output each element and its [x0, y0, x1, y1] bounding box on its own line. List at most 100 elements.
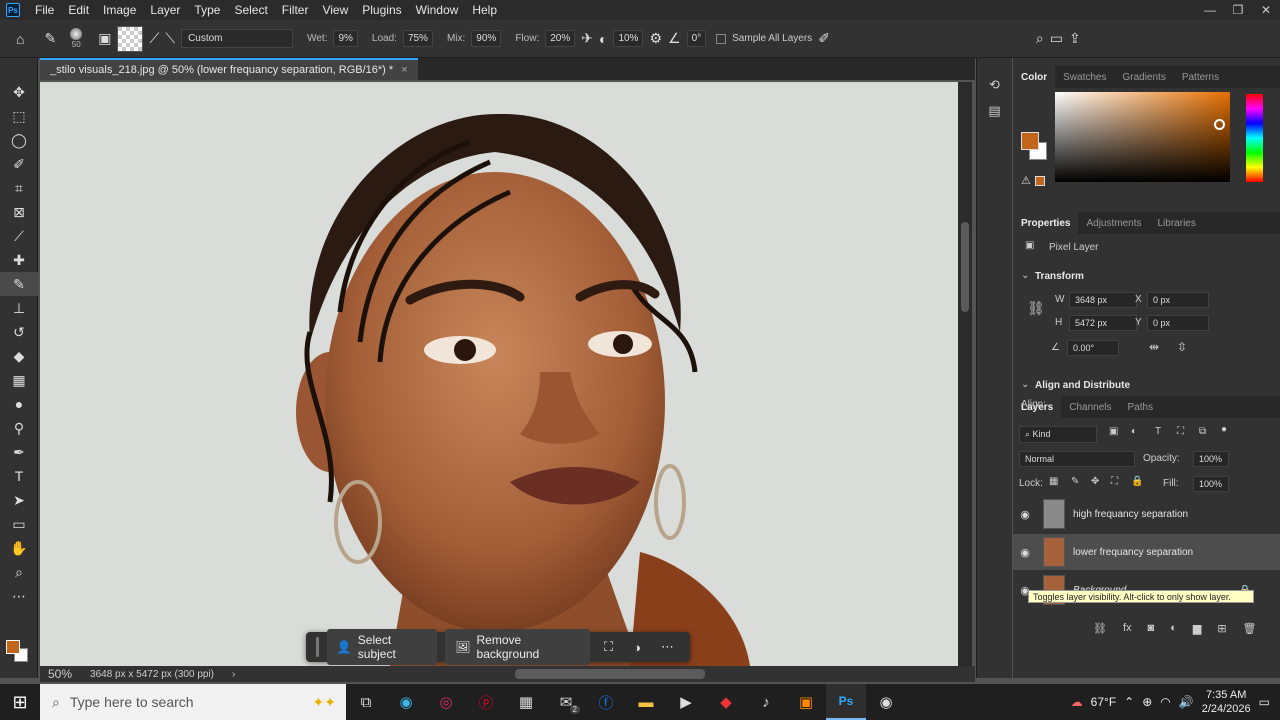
workspace-icon[interactable]: ▭ — [1050, 30, 1063, 47]
canvas-vertical-scrollbar[interactable] — [958, 82, 972, 666]
menu-image[interactable]: Image — [96, 3, 143, 17]
select-subject-button[interactable]: 👤 Select subject — [326, 629, 438, 665]
crop-tool-icon[interactable]: ⌗ — [0, 176, 38, 200]
restore-icon[interactable]: ❐ — [1224, 3, 1252, 17]
panel-foreground-swatch[interactable] — [1021, 132, 1039, 150]
move-tool-icon[interactable]: ✥ — [0, 80, 38, 104]
remove-background-button[interactable]: 🖼 Remove background — [445, 629, 591, 665]
link-layers-icon[interactable]: ⛓ — [1093, 622, 1107, 635]
network-icon[interactable]: ⊕ — [1142, 695, 1152, 709]
media-player-icon[interactable]: ▶ — [666, 684, 706, 720]
airbrush-icon[interactable]: ✈ — [581, 30, 593, 47]
status-arrow-icon[interactable]: › — [232, 669, 235, 680]
menu-layer[interactable]: Layer — [143, 3, 187, 17]
document-tab[interactable]: _stilo visuals_218.jpg @ 50% (lower freq… — [40, 58, 418, 80]
search-icon[interactable]: ⌕ — [1036, 30, 1044, 47]
fx-icon[interactable]: fx — [1123, 622, 1132, 635]
document-size[interactable]: 3648 px x 5472 px (300 ppi) — [90, 669, 214, 680]
menu-select[interactable]: Select — [227, 3, 274, 17]
load-input[interactable]: 75% — [402, 30, 433, 47]
close-icon[interactable]: ✕ — [1252, 3, 1280, 17]
mixer-brush-icon[interactable]: ✎ — [44, 30, 56, 47]
minimize-icon[interactable]: — — [1196, 3, 1224, 17]
photoshop-taskbar-icon[interactable]: Ps — [826, 684, 866, 720]
brush-angle-input[interactable]: 0° — [686, 30, 707, 47]
edge-icon[interactable]: ◉ — [386, 684, 426, 720]
healing-tool-icon[interactable]: ✚ — [0, 248, 38, 272]
lock-artboard-icon[interactable]: ⛶ — [1111, 476, 1118, 487]
smoothing-input[interactable]: 10% — [613, 30, 644, 47]
current-brush-load-swatch[interactable] — [117, 25, 144, 52]
stamp-tool-icon[interactable]: ⊥ — [0, 296, 38, 320]
x-field[interactable]: 0 px — [1147, 292, 1209, 308]
filter-adjustment-icon[interactable]: ◐ — [1131, 426, 1137, 437]
delete-layer-icon[interactable]: 🗑 — [1243, 622, 1257, 635]
zoom-tool-icon[interactable]: ⌕ — [0, 560, 38, 584]
flow-input[interactable]: 20% — [545, 30, 576, 47]
lock-position-icon[interactable]: ✥ — [1091, 476, 1099, 487]
menu-edit[interactable]: Edit — [61, 3, 96, 17]
menu-view[interactable]: View — [315, 3, 355, 17]
opacity-field[interactable]: 100% — [1193, 451, 1229, 467]
tab-color[interactable]: Color — [1013, 66, 1056, 88]
history-brush-icon[interactable]: ↺ — [0, 320, 38, 344]
mask-icon[interactable]: ◑ — [627, 640, 647, 655]
horizontal-scroll-thumb[interactable] — [515, 669, 705, 679]
gamut-color-swatch[interactable] — [1035, 176, 1045, 186]
zoom-level[interactable]: 50% — [48, 667, 72, 681]
type-tool-icon[interactable]: T — [0, 464, 38, 488]
menu-file[interactable]: File — [28, 3, 61, 17]
eraser-tool-icon[interactable]: ◆ — [0, 344, 38, 368]
tab-gradients[interactable]: Gradients — [1114, 66, 1173, 88]
wifi-icon[interactable]: ◠ — [1160, 695, 1170, 709]
hand-tool-icon[interactable]: ✋ — [0, 536, 38, 560]
history-icon[interactable]: ⟲ — [977, 72, 1012, 98]
clean-brush-icon[interactable]: ⟍ — [165, 30, 175, 47]
filter-type-icon[interactable]: T — [1155, 426, 1161, 437]
volume-icon[interactable]: 🔊 — [1179, 695, 1194, 709]
mix-input[interactable]: 90% — [471, 30, 502, 47]
home-icon[interactable]: ⌂ — [16, 31, 24, 47]
blend-preset-select[interactable]: Custom — [181, 29, 294, 48]
close-tab-icon[interactable]: × — [401, 64, 407, 76]
clock[interactable]: 7:35 AM 2/24/2026 — [1202, 688, 1251, 716]
pressure-icon[interactable]: ✐ — [818, 30, 830, 47]
menu-plugins[interactable]: Plugins — [355, 3, 408, 17]
tab-patterns[interactable]: Patterns — [1174, 66, 1227, 88]
menu-help[interactable]: Help — [465, 3, 504, 17]
menu-window[interactable]: Window — [409, 3, 466, 17]
filter-shape-icon[interactable]: ⛶ — [1177, 426, 1184, 437]
blend-mode-select[interactable]: Normal — [1019, 451, 1135, 467]
weather-icon[interactable]: ☁ — [1071, 695, 1083, 709]
y-field[interactable]: 0 px — [1147, 315, 1209, 331]
transform-icon[interactable]: ⛶ — [598, 639, 619, 655]
search-input[interactable]: Type here to search — [70, 694, 194, 710]
weather-temp[interactable]: 67°F — [1091, 695, 1116, 709]
add-mask-icon[interactable]: ◙ — [1148, 622, 1155, 635]
chevron-down-icon[interactable]: ⌄ — [1021, 270, 1029, 281]
layer-filter-kind[interactable]: ⌕ Kind — [1019, 426, 1097, 443]
color-picker-ring[interactable] — [1214, 119, 1225, 130]
dodge-tool-icon[interactable]: ⚲ — [0, 416, 38, 440]
canvas[interactable] — [40, 82, 958, 666]
foreground-color-swatch[interactable] — [6, 640, 20, 654]
load-brush-icon[interactable]: ⟋ — [149, 30, 159, 47]
new-group-icon[interactable]: ▆ — [1193, 622, 1201, 635]
filter-toggle-icon[interactable]: ● — [1221, 424, 1227, 435]
adjustment-layer-icon[interactable]: ◐ — [1170, 622, 1177, 635]
layer-name[interactable]: lower frequancy separation — [1073, 547, 1193, 558]
windows-start-icon[interactable]: ⊞ — [0, 684, 40, 720]
store-icon[interactable]: ▦ — [506, 684, 546, 720]
width-field[interactable]: 3648 px — [1069, 292, 1137, 308]
lock-transparency-icon[interactable]: ▦ — [1049, 476, 1058, 487]
blur-tool-icon[interactable]: ● — [0, 392, 38, 416]
comments-icon[interactable]: ▤ — [977, 98, 1012, 124]
app-icon[interactable]: ◆ — [706, 684, 746, 720]
layer-row-high[interactable]: ◉ high frequancy separation — [1013, 496, 1280, 532]
visibility-eye-icon[interactable]: ◉ — [1013, 546, 1037, 559]
gear-icon[interactable]: ⚙ — [649, 30, 662, 47]
frame-tool-icon[interactable]: ⊠ — [0, 200, 38, 224]
tiktok-icon[interactable]: ♪ — [746, 684, 786, 720]
color-field[interactable] — [1055, 92, 1230, 182]
share-icon[interactable]: ⇪ — [1069, 30, 1081, 47]
